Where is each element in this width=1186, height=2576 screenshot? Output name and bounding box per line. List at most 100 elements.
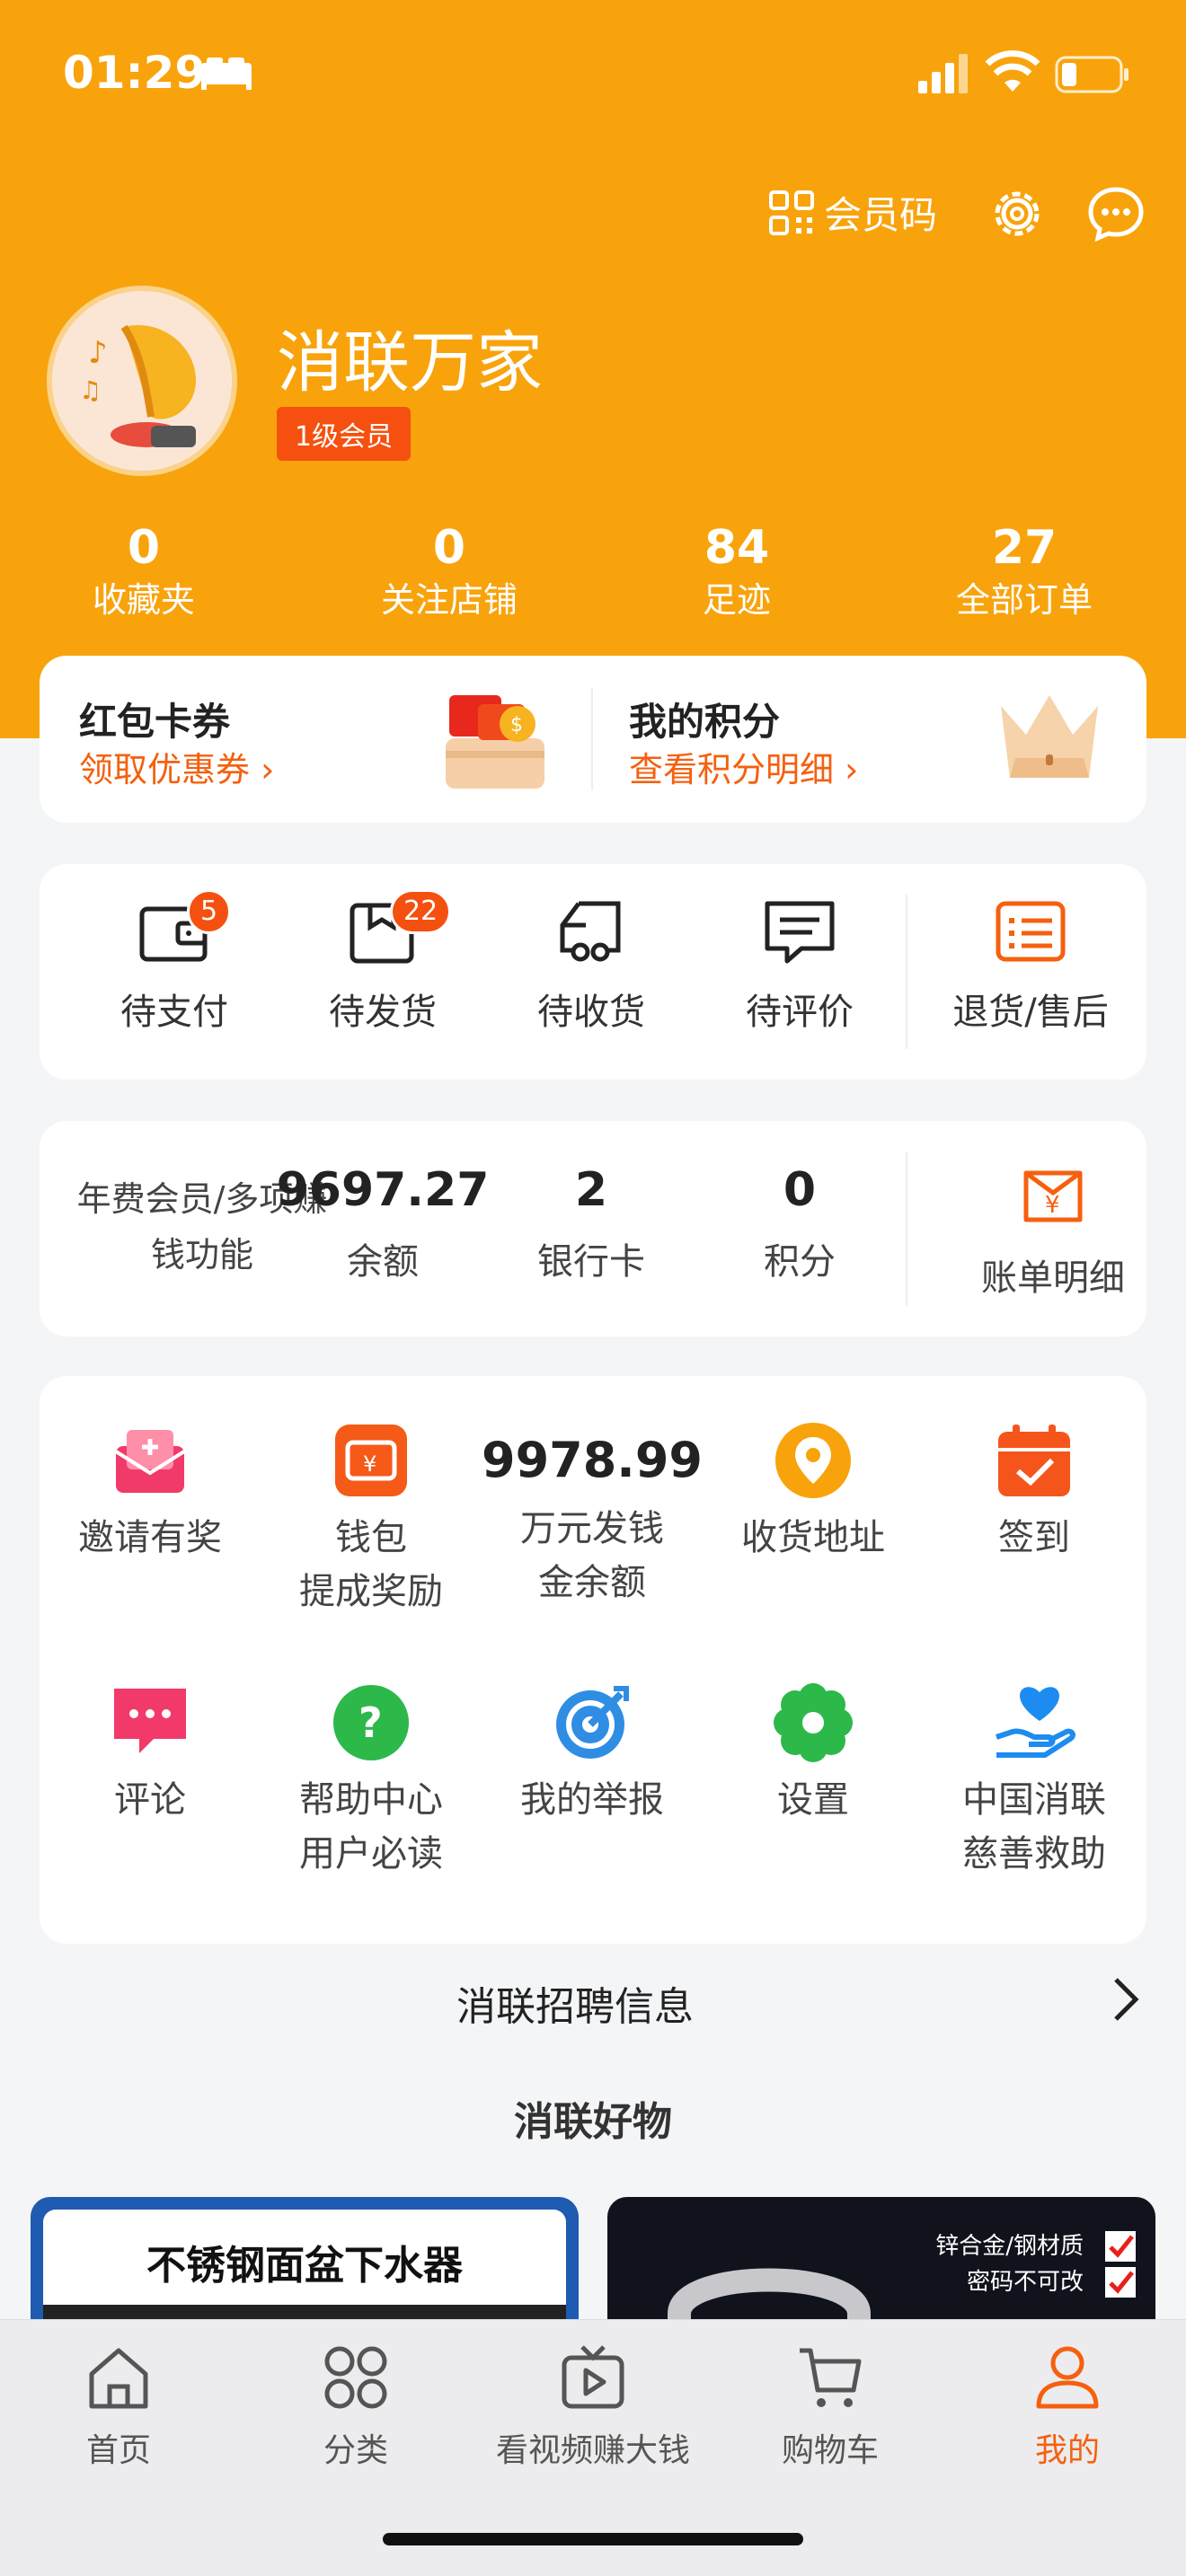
comments[interactable]: 评论 <box>40 1681 261 1827</box>
tab-profile[interactable]: 我的 <box>951 2343 1184 2471</box>
svg-text:♪: ♪ <box>88 335 108 371</box>
fund-balance[interactable]: 9978.99 万元发钱 金余额 <box>482 1419 703 1610</box>
padlock-image <box>668 2268 871 2323</box>
order-pending-receipt[interactable]: 待收货 <box>501 896 681 1035</box>
comment-icon <box>765 901 835 964</box>
member-code-button[interactable]: 会员码 <box>768 185 937 240</box>
stat-favorites[interactable]: 0 收藏夹 <box>36 521 252 625</box>
settings-gear-icon[interactable] <box>988 185 1046 243</box>
my-points[interactable]: 我的积分 查看积分明细 › <box>593 656 1146 823</box>
points-label: 积分 <box>764 1241 836 1283</box>
coupon-title: 红包卡券 <box>79 700 231 744</box>
svg-text:¥: ¥ <box>363 1451 376 1477</box>
tool-label-line1: 中国消联 <box>962 1779 1106 1821</box>
red-packet-coupons[interactable]: 红包卡券 领取优惠券 › $ <box>40 656 591 823</box>
wallet-ticket-icon: ¥ <box>335 1425 407 1496</box>
cart-icon <box>800 2348 862 2407</box>
tool-label: 签到 <box>998 1517 1070 1558</box>
points-value: 0 <box>783 1163 817 1217</box>
video-icon <box>562 2345 624 2409</box>
tab-label: 看视频赚大钱 <box>495 2432 690 2469</box>
product-card[interactable]: 不锈钢面盆下水器 <box>31 2197 579 2323</box>
recruitment-info-row[interactable]: 消联招聘信息 <box>0 1967 1186 2039</box>
status-bar: 01:29 <box>0 0 1186 153</box>
svg-text:?: ? <box>358 1698 383 1747</box>
bill-details[interactable]: ¥ 账单明细 <box>945 1160 1161 1301</box>
settings[interactable]: 设置 <box>703 1681 924 1827</box>
sleep-mode-icon <box>201 57 252 90</box>
tool-label-line1: 万元发钱 <box>520 1508 664 1549</box>
wallet-commission[interactable]: ¥ 钱包 提成奖励 <box>261 1419 482 1619</box>
home-indicator <box>383 2533 803 2545</box>
order-pending-review[interactable]: 待评价 <box>710 896 890 1035</box>
order-count-badge: 22 <box>390 889 452 934</box>
profile-icon <box>1036 2346 1099 2409</box>
bill-yen-icon: ¥ <box>1023 1170 1083 1222</box>
target-report-icon <box>556 1686 629 1759</box>
order-count-badge: 5 <box>187 889 232 934</box>
good-products-title: 消联好物 <box>514 2099 672 2145</box>
my-reports[interactable]: 我的举报 <box>482 1681 703 1827</box>
profile-stats: 0 收藏夹 0 关注店铺 84 足迹 27 全部订单 <box>0 521 1186 629</box>
help-center[interactable]: ? 帮助中心 用户必读 <box>261 1681 482 1881</box>
location-pin-icon <box>775 1423 851 1498</box>
tab-home[interactable]: 首页 <box>2 2343 235 2471</box>
tool-label-line2: 慈善救助 <box>962 1833 1106 1875</box>
svg-text:$: $ <box>510 714 523 737</box>
tab-label: 分类 <box>323 2432 388 2469</box>
charity-relief[interactable]: 中国消联 慈善救助 <box>924 1681 1145 1881</box>
avatar[interactable]: ♪ ♫ <box>47 286 237 476</box>
balance-value: 9697.27 <box>276 1163 490 1217</box>
wifi-icon <box>985 50 1040 92</box>
stat-value: 0 <box>432 521 466 575</box>
tool-label-line2: 提成奖励 <box>299 1571 443 1612</box>
shipping-address[interactable]: 收货地址 <box>703 1419 924 1565</box>
stat-followed-shops[interactable]: 0 关注店铺 <box>341 521 557 625</box>
balance[interactable]: 9697.27 余额 <box>275 1162 491 1284</box>
tab-videos[interactable]: 看视频赚大钱 <box>476 2343 710 2471</box>
order-returns-aftersale[interactable]: 退货/售后 <box>918 896 1143 1035</box>
coupon-subtitle-text: 领取优惠券 <box>79 750 251 790</box>
svg-text:¥: ¥ <box>1045 1192 1060 1219</box>
stat-label: 足迹 <box>702 580 771 620</box>
order-label: 待发货 <box>329 992 437 1033</box>
truck-icon <box>560 901 621 962</box>
invite-rewards[interactable]: 邀请有奖 <box>40 1419 261 1565</box>
tab-cart[interactable]: 购物车 <box>713 2343 947 2471</box>
tool-label: 收货地址 <box>741 1517 885 1558</box>
home-icon <box>89 2348 148 2409</box>
balance-label: 余额 <box>347 1241 419 1283</box>
tool-label: 评论 <box>114 1779 186 1821</box>
order-pending-shipment[interactable]: 22 待发货 <box>293 889 473 1035</box>
gramophone-avatar-image: ♪ ♫ <box>52 291 232 471</box>
points-subtitle-text: 查看积分明细 <box>629 750 835 790</box>
username: 消联万家 <box>277 324 543 401</box>
order-label: 退货/售后 <box>952 992 1109 1033</box>
chevron-right-icon: › <box>261 750 275 790</box>
product-feature: 锌合金/钢材质 <box>935 2233 1084 2260</box>
stat-value: 27 <box>991 521 1058 575</box>
order-label: 待收货 <box>537 992 645 1033</box>
divider <box>906 1151 907 1306</box>
tab-label: 购物车 <box>781 2432 879 2469</box>
chevron-right-icon: › <box>845 750 859 790</box>
battery-icon <box>1055 56 1128 93</box>
qr-code-icon <box>769 190 814 235</box>
bank-cards[interactable]: 2 银行卡 <box>483 1162 699 1284</box>
product-card[interactable]: 锌合金/钢材质 密码不可改 <box>607 2197 1155 2323</box>
stat-all-orders[interactable]: 27 全部订单 <box>916 521 1132 625</box>
cellular-signal-icon <box>918 54 968 93</box>
points-subtitle: 查看积分明细 › <box>629 742 858 791</box>
message-icon[interactable] <box>1087 185 1145 243</box>
order-pending-payment[interactable]: 5 待支付 <box>84 889 264 1035</box>
stat-label: 收藏夹 <box>92 580 195 620</box>
tool-label-line1: 帮助中心 <box>299 1779 443 1821</box>
list-icon <box>996 901 1066 962</box>
check-in[interactable]: 签到 <box>924 1419 1145 1565</box>
product-image: 不锈钢面盆下水器 <box>43 2210 566 2323</box>
stat-footprints[interactable]: 84 足迹 <box>629 521 845 625</box>
stat-label: 关注店铺 <box>380 580 518 620</box>
points[interactable]: 0 积分 <box>692 1162 907 1284</box>
tab-category[interactable]: 分类 <box>239 2343 473 2471</box>
tool-label: 我的举报 <box>520 1779 664 1821</box>
